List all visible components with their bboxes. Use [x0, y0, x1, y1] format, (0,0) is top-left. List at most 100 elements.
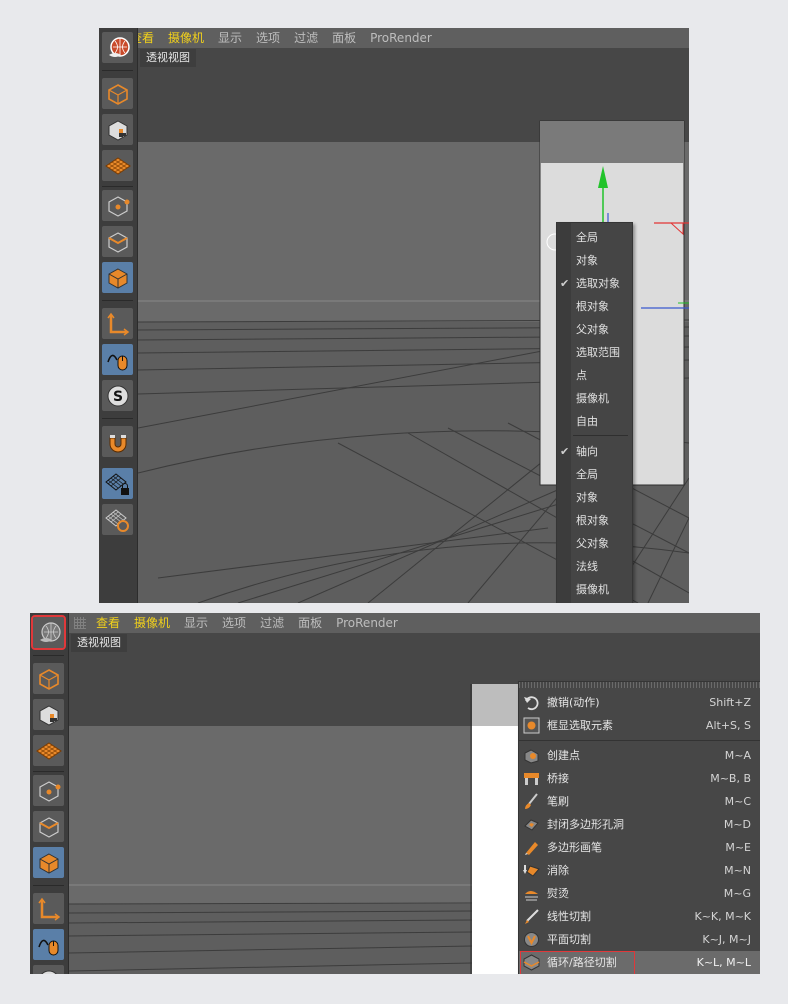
tool-texture-mode[interactable]	[33, 699, 64, 730]
tool-edges-mode[interactable]	[33, 811, 64, 842]
solo-s-icon	[40, 970, 57, 974]
tool-tweak-mode[interactable]	[33, 929, 64, 960]
menu-camera[interactable]: 摄像机	[161, 28, 211, 48]
menu-options[interactable]: 选项	[215, 613, 253, 633]
globe-pin-icon	[39, 621, 61, 642]
ctx-item-object-2[interactable]: 对象	[557, 486, 632, 509]
checkmark-icon: ✔	[560, 445, 570, 458]
cube-outline-icon	[107, 83, 128, 105]
create-point-icon	[524, 749, 539, 764]
points-cube-icon	[107, 195, 129, 217]
frame-selection-icon	[523, 717, 540, 734]
cmd-dissolve[interactable]: 消除 M~N	[519, 859, 760, 882]
polygon-pen-icon	[525, 842, 538, 855]
menu-panel[interactable]: 面板	[291, 613, 329, 633]
checkmark-icon: ✔	[560, 277, 570, 290]
menu-view[interactable]: 查看	[89, 613, 127, 633]
tool-points-mode[interactable]	[33, 775, 64, 806]
axis-context-menu: 全局 对象 ✔ 选取对象 根对象 父对象 选取范围 点 摄像机 自由 ✔ 轴向 全局…	[556, 222, 633, 603]
tool-points-mode[interactable]	[102, 190, 133, 221]
ctx-item-axis[interactable]: ✔ 轴向	[557, 440, 632, 463]
tool-workplane-mode[interactable]	[102, 150, 133, 181]
ctx-item-parent-object-2[interactable]: 父对象	[557, 532, 632, 555]
points-cube-icon	[38, 780, 60, 802]
iron-icon	[525, 891, 538, 901]
undo-icon	[524, 696, 539, 711]
cmd-plane-cut[interactable]: 平面切割 K~J, M~J	[519, 928, 760, 951]
ctx-item-root-object[interactable]: 根对象	[557, 295, 632, 318]
axis-corner-icon	[106, 312, 129, 336]
ctx-item-root-object-2[interactable]: 根对象	[557, 509, 632, 532]
ctx-item-object[interactable]: 对象	[557, 249, 632, 272]
solo-s-icon: S	[107, 385, 128, 406]
menu-filter[interactable]: 过滤	[253, 613, 291, 633]
ctx-item-camera[interactable]: 摄像机	[557, 387, 632, 410]
magnet-icon	[109, 434, 126, 452]
tool-model-mode[interactable]	[33, 663, 64, 694]
tool-polygons-mode[interactable]	[102, 262, 133, 293]
cmd-close-polygon-hole[interactable]: 封闭多边形孔洞 M~D	[519, 813, 760, 836]
globe-pin-icon	[108, 36, 130, 57]
ctx-item-selection-range[interactable]: 选取范围	[557, 341, 632, 364]
tool-edges-mode[interactable]	[102, 226, 133, 257]
toolbar-logo-button[interactable]	[31, 615, 66, 650]
checker-cube-icon	[108, 119, 127, 141]
top-editor-panel: 查看 摄像机 显示 选项 过滤 面板 ProRender 透视视图 S 全局 对…	[99, 28, 689, 603]
cmd-brush[interactable]: 笔刷 M~C	[519, 790, 760, 813]
menu-display[interactable]: 显示	[211, 28, 249, 48]
menu-grip-strip[interactable]	[519, 682, 760, 688]
cmd-separator	[519, 740, 760, 741]
grid-rotate-icon	[104, 508, 129, 532]
edges-cube-icon	[107, 231, 128, 253]
plane-cut-icon	[524, 932, 539, 947]
cmd-polygon-pen[interactable]: 多边形画笔 M~E	[519, 836, 760, 859]
menu-prorender[interactable]: ProRender	[363, 28, 439, 48]
cmd-loop-path-cut[interactable]: 循环/路径切割 K~L, M~L	[519, 951, 760, 974]
tool-texture-mode[interactable]	[102, 114, 133, 145]
tool-workplane-lock[interactable]	[102, 468, 133, 499]
tool-snap-toggle[interactable]	[102, 426, 133, 457]
tool-solo-mode[interactable]	[33, 965, 64, 974]
menu-panel[interactable]: 面板	[325, 28, 363, 48]
cmd-frame-selected[interactable]: 框显选取元素 Alt+S, S	[519, 714, 760, 737]
checker-cube-icon	[39, 704, 58, 726]
tool-axis-mode[interactable]	[102, 308, 133, 339]
tool-tweak-mode[interactable]	[102, 344, 133, 375]
tool-workplane-mode[interactable]	[33, 735, 64, 766]
menu-camera[interactable]: 摄像机	[127, 613, 177, 633]
ctx-item-selected-object[interactable]: ✔ 选取对象	[557, 272, 632, 295]
mesh-command-menu: 撤销(动作) Shift+Z 框显选取元素 Alt+S, S 创建点 M~A 桥…	[518, 681, 760, 974]
brush-icon	[525, 793, 538, 809]
ctx-item-global[interactable]: 全局	[557, 226, 632, 249]
cmd-line-cut[interactable]: 线性切割 K~K, M~K	[519, 905, 760, 928]
menubar-grip-handle[interactable]	[74, 617, 86, 629]
tool-axis-mode[interactable]	[33, 893, 64, 924]
menu-prorender[interactable]: ProRender	[329, 613, 405, 633]
cmd-create-point[interactable]: 创建点 M~A	[519, 744, 760, 767]
menu-options[interactable]: 选项	[249, 28, 287, 48]
menu-filter[interactable]: 过滤	[287, 28, 325, 48]
ctx-item-free[interactable]: 自由	[557, 410, 632, 433]
ctx-item-parent-object[interactable]: 父对象	[557, 318, 632, 341]
viewport-menubar: 查看 摄像机 显示 选项 过滤 面板 ProRender	[30, 613, 760, 633]
line-cut-icon	[525, 909, 539, 924]
ctx-item-normal[interactable]: 法线	[557, 555, 632, 578]
tool-solo-mode[interactable]: S	[102, 380, 133, 411]
ctx-item-global-2[interactable]: 全局	[557, 463, 632, 486]
loop-path-cut-icon	[523, 954, 540, 971]
tool-model-mode[interactable]	[102, 78, 133, 109]
tool-polygons-mode[interactable]	[33, 847, 64, 878]
menu-display[interactable]: 显示	[177, 613, 215, 633]
cmd-undo-action[interactable]: 撤销(动作) Shift+Z	[519, 691, 760, 714]
cmd-iron[interactable]: 熨烫 M~G	[519, 882, 760, 905]
cmd-bridge[interactable]: 桥接 M~B, B	[519, 767, 760, 790]
ctx-item-point[interactable]: 点	[557, 364, 632, 387]
left-toolbar: S	[99, 28, 138, 603]
grid-lock-icon	[104, 472, 129, 495]
ctx-item-camera-2[interactable]: 摄像机	[557, 578, 632, 601]
tool-workplane-align[interactable]	[102, 504, 133, 535]
cube-outline-icon	[38, 668, 59, 690]
viewport-menubar: 查看 摄像机 显示 选项 过滤 面板 ProRender	[99, 28, 689, 48]
toolbar-logo-button[interactable]	[102, 32, 133, 63]
ctx-separator	[573, 435, 628, 436]
